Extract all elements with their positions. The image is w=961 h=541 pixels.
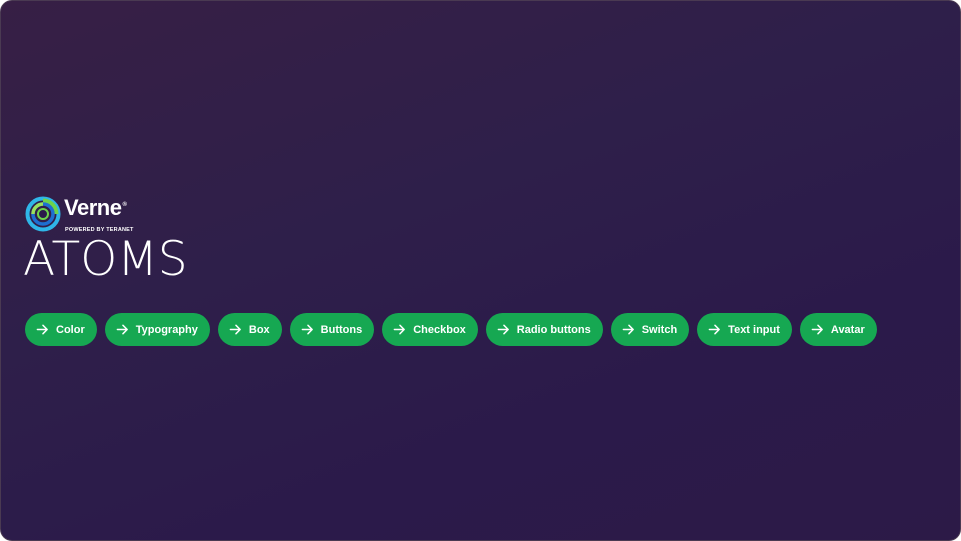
arrow-right-icon xyxy=(622,324,634,335)
nav-pill-label: Buttons xyxy=(320,323,363,336)
arrow-right-icon xyxy=(393,324,406,335)
arrow-right-icon xyxy=(497,324,509,335)
nav-pill-radio-buttons[interactable]: Radio buttons xyxy=(485,313,603,346)
arrow-right-icon xyxy=(116,324,128,335)
arrow-right-icon xyxy=(229,324,241,335)
arrow-right-icon xyxy=(811,324,823,335)
nav-pill-label: Box xyxy=(248,323,270,336)
nav-pill-label: Color xyxy=(56,323,85,336)
nav-pill-box[interactable]: Box xyxy=(217,313,282,346)
nav-pill-checkbox[interactable]: Checkbox xyxy=(382,313,478,346)
nav-pill-label: Text input xyxy=(728,323,780,336)
nav-pill-label: Typography xyxy=(135,323,198,336)
brand-name: Verne® xyxy=(64,195,127,220)
nav-pill-avatar[interactable]: Avatar xyxy=(799,313,877,346)
verne-logo-icon xyxy=(25,196,61,232)
arrow-right-icon xyxy=(36,324,48,335)
nav-pill-text-input[interactable]: Text input xyxy=(697,313,792,346)
arrow-right-icon xyxy=(708,324,721,335)
nav-pill-label: Avatar xyxy=(830,323,865,336)
brand-logo: Verne® POWERED BY TERANET xyxy=(25,195,134,234)
brand-wordmark: Verne® POWERED BY TERANET xyxy=(64,195,134,234)
nav-pill-label: Switch xyxy=(641,323,678,336)
slide-frame: Verne® POWERED BY TERANET ATOMS Color Typ… xyxy=(0,0,961,541)
nav-pill-color[interactable]: Color xyxy=(25,313,97,346)
nav-pill-typography[interactable]: Typography xyxy=(104,313,210,346)
page-title: ATOMS xyxy=(23,232,188,287)
arrow-right-icon xyxy=(301,324,313,335)
nav-pill-switch[interactable]: Switch xyxy=(610,313,690,346)
nav-pill-label: Checkbox xyxy=(413,323,466,336)
nav-pill-buttons[interactable]: Buttons xyxy=(289,313,375,346)
registered-mark: ® xyxy=(122,202,127,208)
nav-pill-label: Radio buttons xyxy=(516,323,591,336)
atom-nav: Color Typography Box Buttons Checkbox Radio b… xyxy=(25,313,877,346)
